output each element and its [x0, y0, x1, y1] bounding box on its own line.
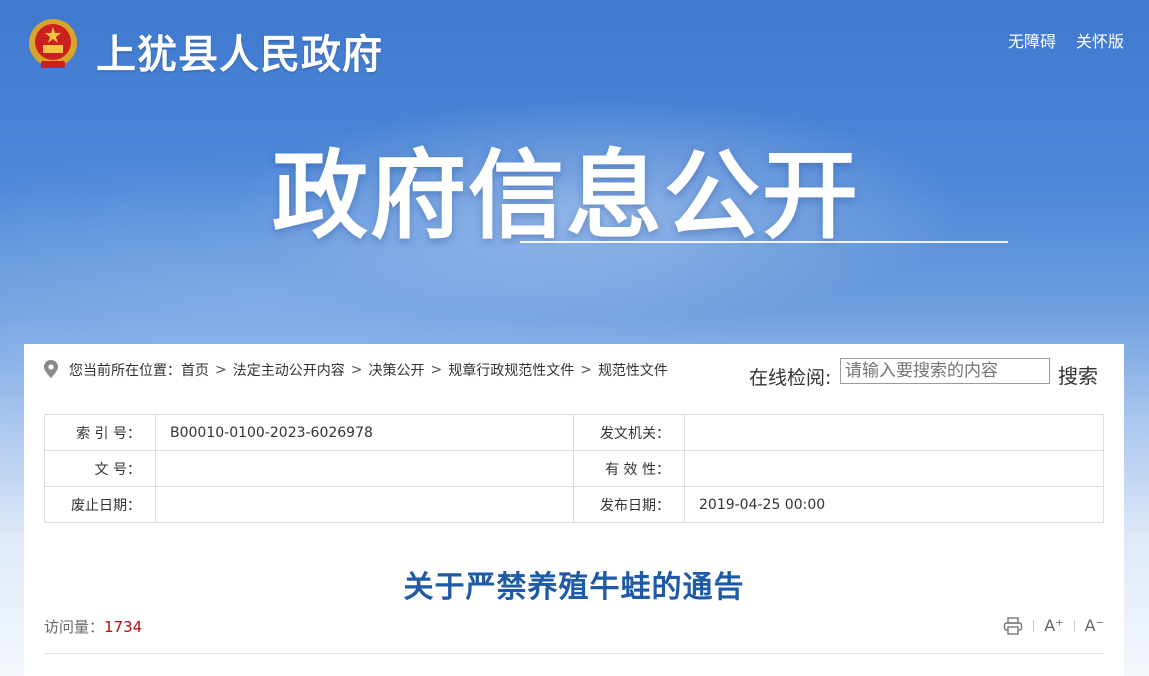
publish-date-value: 2019-04-25 00:00 — [684, 486, 1104, 523]
visit-count-label: 访问量： — [44, 618, 105, 636]
content-panel: 您当前所在位置： 首页 > 法定主动公开内容 > 决策公开 > 规章行政规范性文… — [24, 344, 1124, 676]
index-number-value: B00010-0100-2023-6026978 — [155, 414, 574, 451]
hero-underline — [520, 241, 1008, 243]
article-tools: A⁺ A⁻ — [1003, 616, 1104, 635]
breadcrumb-separator: > — [430, 362, 443, 378]
breadcrumb-separator: > — [215, 362, 227, 378]
validity-label: 有 效 性： — [573, 450, 685, 487]
index-number-label: 索 引 号： — [44, 414, 156, 451]
document-number-label: 文 号： — [44, 450, 156, 487]
location-pin-icon — [44, 360, 58, 378]
breadcrumb-bar: 您当前所在位置： 首页 > 法定主动公开内容 > 决策公开 > 规章行政规范性文… — [24, 344, 1124, 394]
publish-date-label: 发布日期： — [573, 486, 685, 523]
breadcrumb-item-statutory[interactable]: 法定主动公开内容 — [233, 360, 345, 380]
search-label: 在线检阅: — [749, 367, 832, 389]
breadcrumb-prefix: 您当前所在位置： — [69, 363, 181, 379]
article-title: 关于严禁养殖牛蛙的通告 — [403, 570, 745, 605]
print-icon — [1004, 616, 1023, 635]
issuing-agency-value — [684, 414, 1104, 451]
tool-divider — [1033, 619, 1035, 632]
print-button[interactable] — [1003, 616, 1023, 635]
font-larger-button[interactable]: A⁺ — [1044, 616, 1063, 635]
top-links: 无障碍 关怀版 — [1008, 28, 1124, 52]
national-emblem-icon — [29, 19, 77, 68]
visit-count-value: 1734 — [104, 618, 143, 636]
breadcrumb-item-home[interactable]: 首页 — [181, 360, 209, 380]
table-row: 文 号： 有 效 性： — [44, 450, 1104, 487]
breadcrumb: 您当前所在位置： 首页 > 法定主动公开内容 > 决策公开 > 规章行政规范性文… — [69, 360, 668, 380]
search-input[interactable] — [840, 358, 1050, 384]
site-title[interactable]: 上犹县人民政府 — [96, 22, 383, 80]
breadcrumb-separator: > — [580, 362, 592, 378]
document-number-value — [155, 450, 574, 487]
tool-divider — [1073, 619, 1075, 632]
divider-line — [44, 653, 1104, 654]
validity-value — [684, 450, 1104, 487]
repeal-date-value — [155, 486, 574, 523]
breadcrumb-separator: > — [350, 362, 363, 378]
table-row: 废止日期： 发布日期： 2019-04-25 00:00 — [44, 486, 1104, 523]
visit-count: 访问量：1734 — [44, 616, 142, 637]
accessibility-link[interactable]: 无障碍 — [1008, 28, 1056, 52]
breadcrumb-item-decision[interactable]: 决策公开 — [368, 360, 424, 380]
repeal-date-label: 废止日期： — [44, 486, 156, 523]
document-meta-table: 索 引 号： B00010-0100-2023-6026978 发文机关： 文 … — [44, 414, 1104, 523]
breadcrumb-item-regulations[interactable]: 规章行政规范性文件 — [448, 360, 574, 380]
font-smaller-button[interactable]: A⁻ — [1085, 616, 1104, 635]
issuing-agency-label: 发文机关： — [573, 414, 685, 451]
elderly-mode-link[interactable]: 关怀版 — [1076, 28, 1124, 52]
hero-title: 政府信息公开 — [272, 140, 860, 252]
breadcrumb-item-normative[interactable]: 规范性文件 — [598, 360, 668, 380]
search-button[interactable]: 搜索 — [1058, 360, 1098, 389]
table-row: 索 引 号： B00010-0100-2023-6026978 发文机关： — [44, 414, 1104, 451]
